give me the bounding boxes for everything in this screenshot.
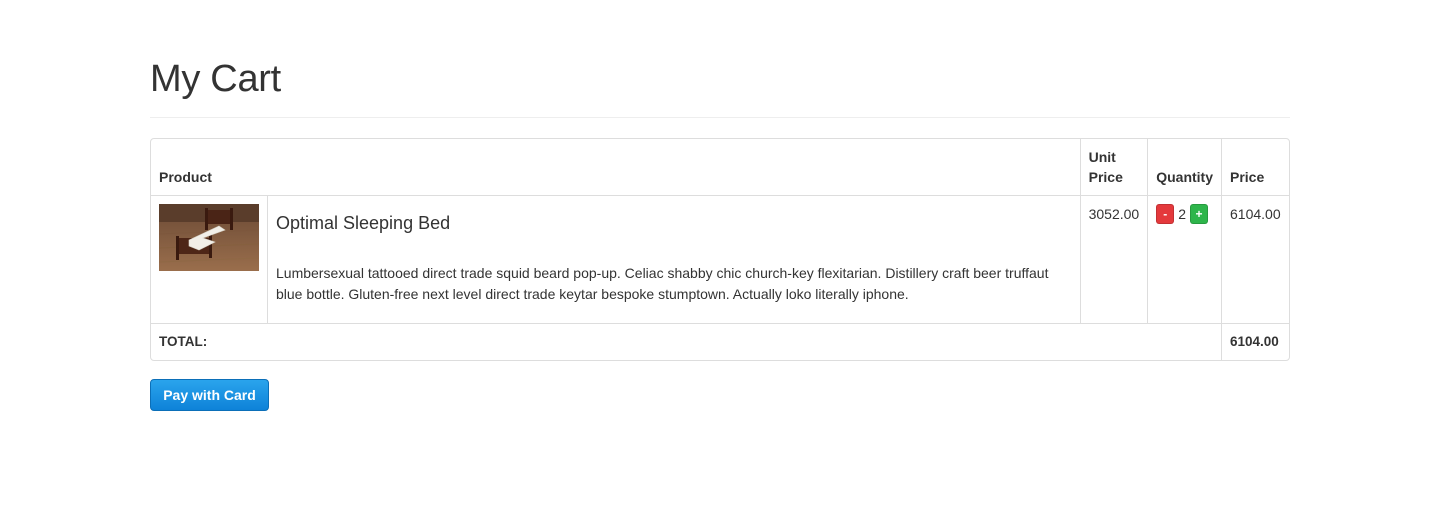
product-image-cell [151,195,267,323]
total-value: 6104.00 [1221,323,1289,360]
total-row: TOTAL: 6104.00 [151,323,1289,360]
product-name: Optimal Sleeping Bed [276,213,451,233]
header-price: Price [1221,139,1289,195]
unit-price-cell: 3052.00 [1079,195,1148,323]
table-row: Optimal Sleeping Bed Lumbersexual tattoo… [151,195,1289,323]
header-unit-price-line1: Unit [1088,149,1116,165]
quantity-stepper: - 2 + [1156,204,1213,224]
quantity-cell: - 2 + [1147,195,1221,323]
page-title: My Cart [150,58,281,100]
increase-quantity-button[interactable]: + [1190,204,1209,224]
header-unit-price: Unit Price [1079,139,1148,195]
line-price-cell: 6104.00 [1221,195,1289,323]
total-label: TOTAL: [151,323,1221,360]
decrease-quantity-button[interactable]: - [1156,204,1175,224]
pay-with-card-button[interactable]: Pay with Card [150,379,269,411]
header-quantity: Quantity [1147,139,1221,195]
table-header-row: Product Unit Price Quantity Price [151,139,1289,195]
product-description: Lumbersexual tattooed direct trade squid… [276,265,1049,302]
quantity-value: 2 [1178,206,1187,222]
cart-table: Product Unit Price Quantity Price Optima… [150,138,1290,361]
bed-photo-icon [159,204,259,271]
product-info-cell: Optimal Sleeping Bed Lumbersexual tattoo… [267,195,1080,323]
title-divider [150,117,1290,118]
header-product: Product [159,169,212,185]
header-unit-price-line2: Price [1088,169,1123,185]
